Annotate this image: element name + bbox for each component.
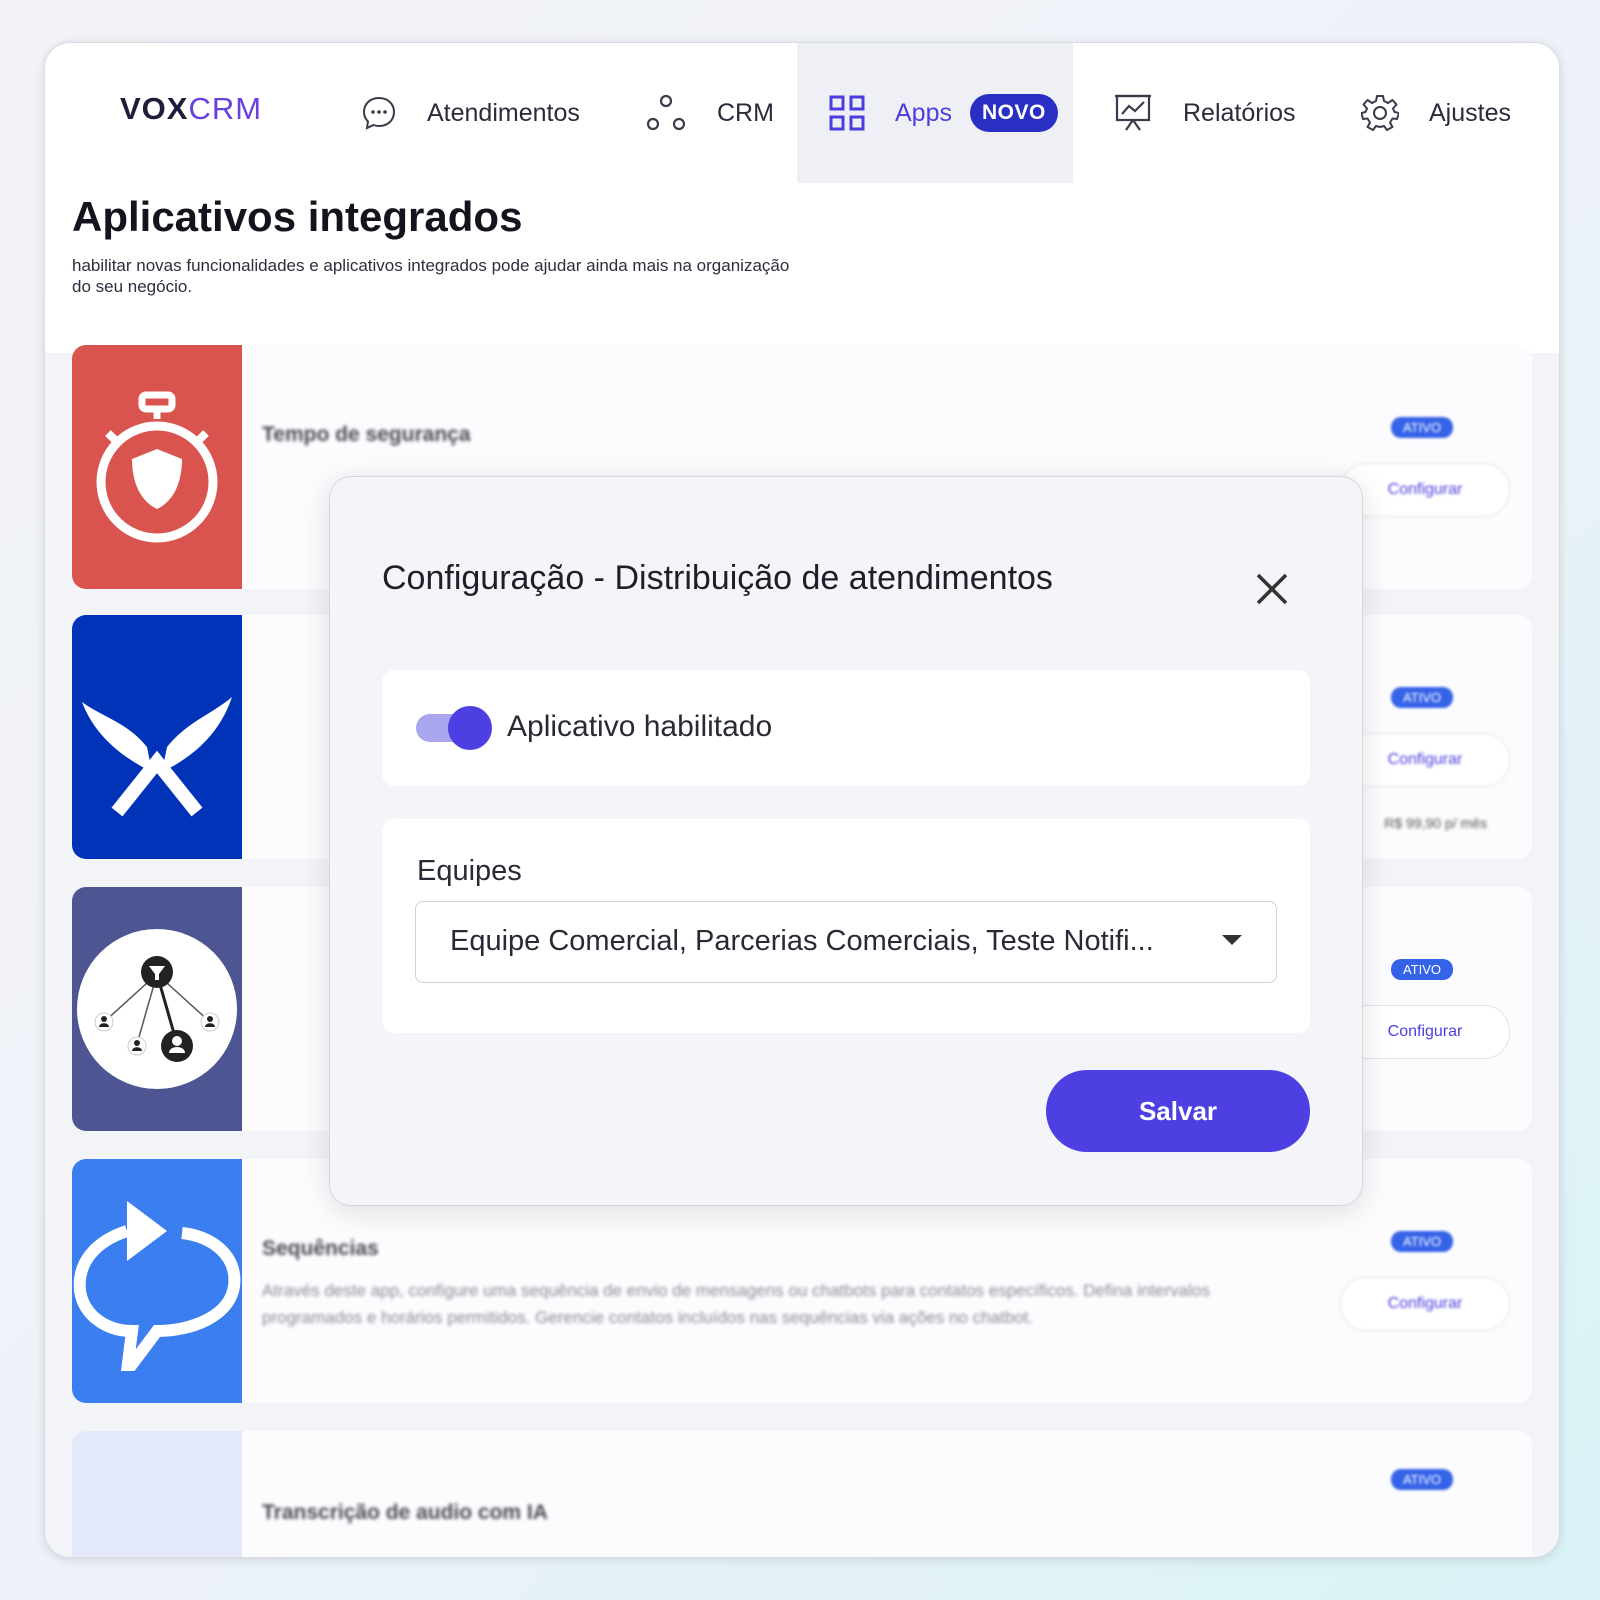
app-window: VOXCRM Atendimentos CRM Apps NOVO Relató… bbox=[44, 42, 1560, 1558]
nav-label-ajustes: Ajustes bbox=[1429, 98, 1511, 127]
teams-select[interactable]: Equipe Comercial, Parcerias Comerciais, … bbox=[415, 901, 1277, 983]
top-navigation: VOXCRM Atendimentos CRM Apps NOVO Relató… bbox=[45, 43, 1559, 183]
teams-panel: Equipes Equipe Comercial, Parcerias Come… bbox=[382, 819, 1310, 1033]
page-subtitle: habilitar novas funcionalidades e aplica… bbox=[72, 256, 790, 296]
distribution-network-icon bbox=[72, 887, 242, 1131]
enable-panel: Aplicativo habilitado bbox=[382, 670, 1310, 786]
modal-title: Configuração - Distribuição de atendimen… bbox=[382, 559, 1053, 597]
status-badge: ATIVO bbox=[1390, 1469, 1453, 1490]
status-badge: ATIVO bbox=[1390, 417, 1453, 438]
nav-label-apps: Apps bbox=[895, 98, 952, 127]
nav-label-relatorios: Relatórios bbox=[1183, 98, 1296, 127]
teams-select-value: Equipe Comercial, Parcerias Comerciais, … bbox=[450, 925, 1154, 957]
config-modal: Configuração - Distribuição de atendimen… bbox=[329, 476, 1363, 1206]
nav-item-atendimentos[interactable]: Atendimentos bbox=[361, 43, 580, 183]
angel-wings-icon bbox=[72, 615, 242, 859]
status-badge: ATIVO bbox=[1390, 687, 1453, 708]
nav-label-atendimentos: Atendimentos bbox=[427, 98, 580, 127]
close-icon[interactable] bbox=[1252, 569, 1292, 609]
nav-item-apps[interactable]: Apps NOVO bbox=[797, 43, 1073, 183]
price-label: R$ 99,90 p/ mês bbox=[1384, 815, 1487, 831]
app-name: Transcrição de audio com IA bbox=[262, 1501, 548, 1524]
app-card-transcricao: Transcrição de audio com IA ATIVO bbox=[72, 1431, 1532, 1557]
app-name: Sequências bbox=[262, 1237, 379, 1260]
toggle-knob bbox=[448, 706, 492, 750]
voxcrm-logo[interactable]: VOXCRM bbox=[120, 91, 262, 127]
nav-item-relatorios[interactable]: Relatórios bbox=[1113, 43, 1296, 183]
caret-down-icon bbox=[1222, 935, 1242, 945]
status-badge: ATIVO bbox=[1390, 1231, 1453, 1252]
configure-button[interactable]: Configurar bbox=[1340, 463, 1510, 517]
app-enabled-toggle[interactable] bbox=[416, 706, 492, 750]
presentation-chart-icon bbox=[1113, 93, 1153, 133]
page-title: Aplicativos integrados bbox=[72, 193, 523, 240]
stopwatch-shield-icon bbox=[72, 345, 242, 589]
grid-icon bbox=[829, 95, 865, 131]
nodes-icon bbox=[645, 94, 687, 132]
teams-label: Equipes bbox=[417, 855, 522, 887]
refresh-chat-icon bbox=[72, 1159, 242, 1403]
app-name: Tempo de segurança bbox=[262, 423, 471, 446]
nav-item-ajustes[interactable]: Ajustes bbox=[1361, 43, 1511, 183]
novo-badge: NOVO bbox=[969, 94, 1058, 132]
page-header: Aplicativos integrados habilitar novas f… bbox=[45, 183, 1559, 353]
nav-item-crm[interactable]: CRM bbox=[645, 43, 774, 183]
configure-button[interactable]: Configurar bbox=[1340, 1277, 1510, 1331]
audio-bars-icon bbox=[72, 1431, 242, 1557]
gear-icon bbox=[1361, 94, 1399, 132]
configure-button[interactable]: Configurar bbox=[1340, 733, 1510, 787]
chat-bubble-icon bbox=[361, 95, 397, 131]
nav-label-crm: CRM bbox=[717, 98, 774, 127]
app-description: Através deste app, configure uma sequênc… bbox=[262, 1281, 1210, 1327]
save-button[interactable]: Salvar bbox=[1046, 1070, 1310, 1152]
toggle-label: Aplicativo habilitado bbox=[507, 710, 773, 743]
logo-primary: VOX bbox=[120, 91, 189, 126]
configure-button[interactable]: Configurar bbox=[1340, 1005, 1510, 1059]
logo-secondary: CRM bbox=[188, 91, 263, 126]
status-badge: ATIVO bbox=[1390, 959, 1453, 980]
